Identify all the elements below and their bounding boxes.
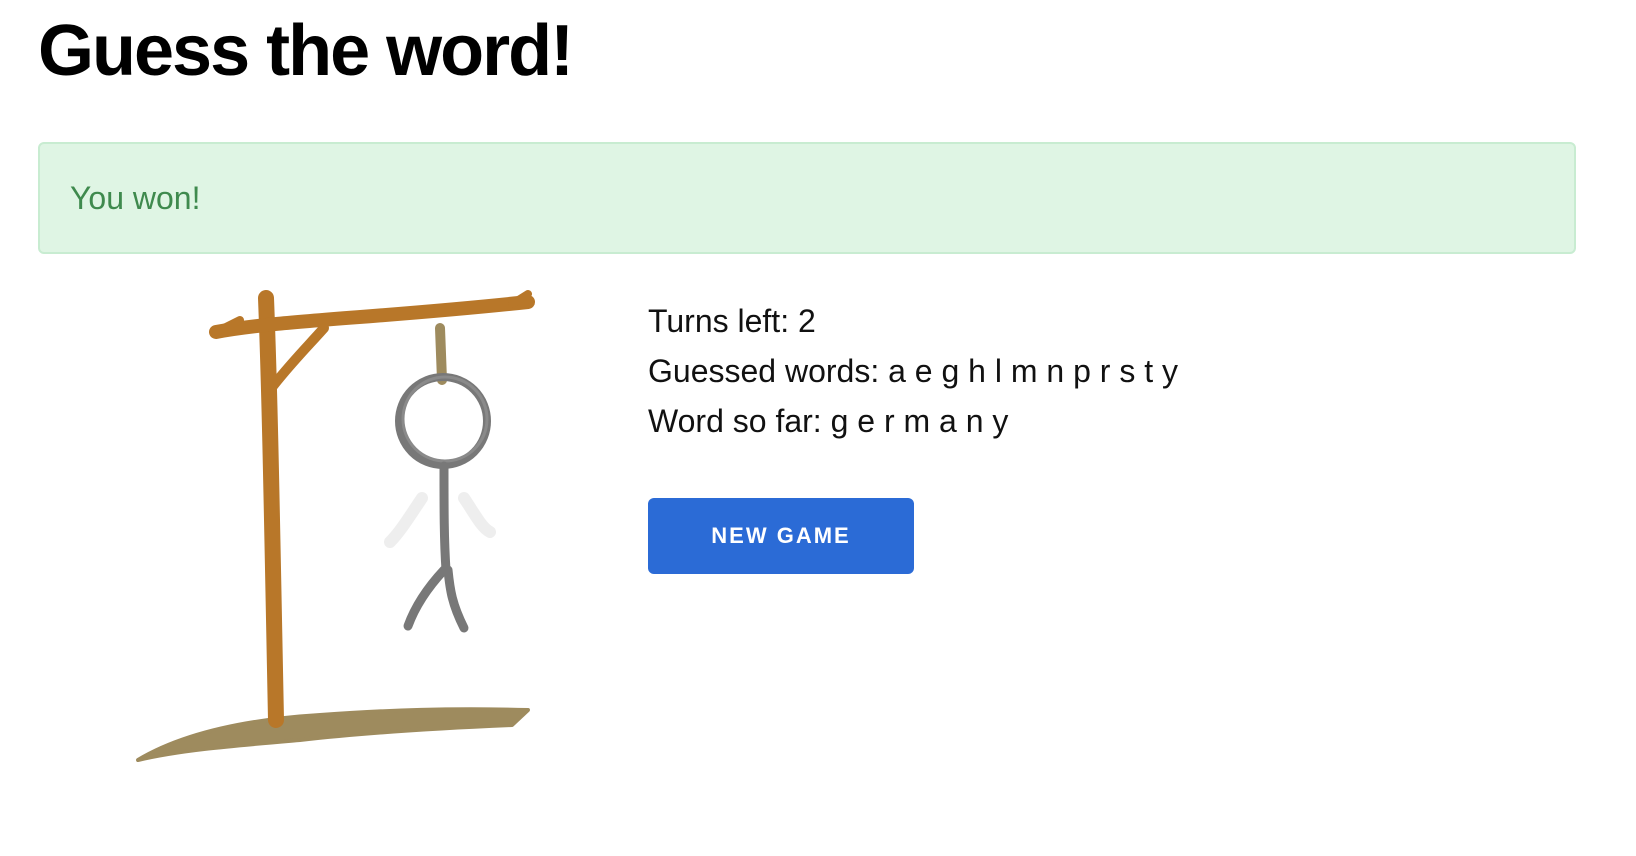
- hangman-drawing: [136, 290, 535, 762]
- figure-body: [439, 461, 451, 575]
- word-so-far: Word so far: g e r m a n y: [648, 403, 1009, 439]
- ground: [136, 707, 530, 762]
- page-title: Guess the word!: [38, 11, 574, 91]
- new-game-button[interactable]: NEW GAME: [648, 498, 914, 574]
- win-message: You won!: [70, 179, 201, 216]
- gallows-brace: [265, 323, 329, 395]
- figure-left-leg: [403, 565, 449, 631]
- figure-right-leg: [443, 565, 469, 633]
- game-info: Turns left: 2 Guessed words: a e g h l m…: [648, 296, 1178, 446]
- rope: [435, 323, 447, 385]
- turns-left: Turns left: 2: [648, 303, 816, 339]
- win-alert: You won!: [38, 142, 1576, 254]
- guessed-letters: Guessed words: a e g h l m n p r s t y: [648, 353, 1178, 389]
- gallows-post: [258, 290, 284, 728]
